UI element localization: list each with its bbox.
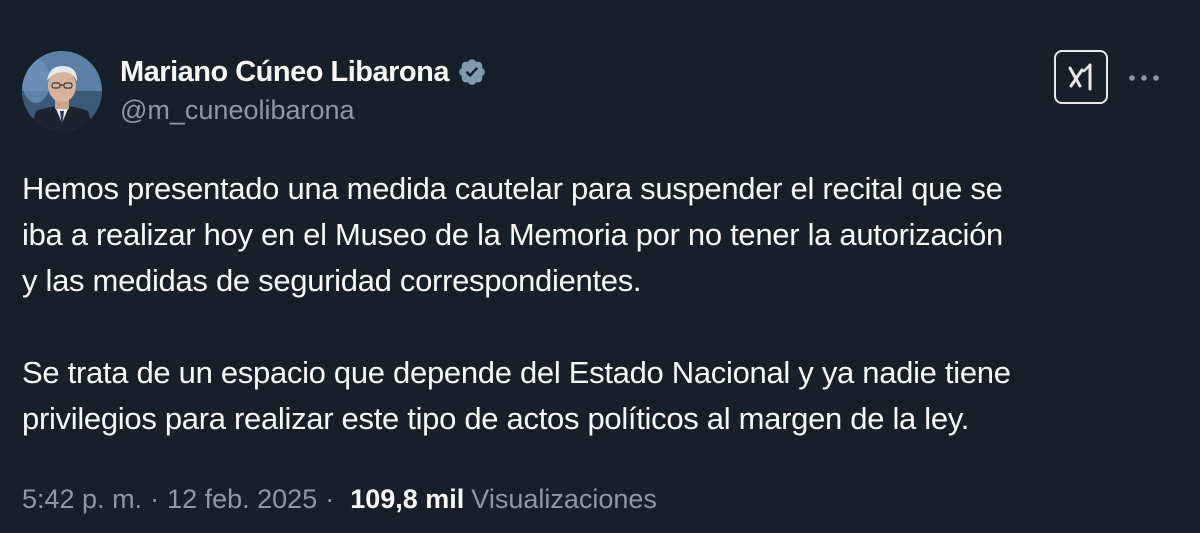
- author-name-row[interactable]: Mariano Cúneo Libarona: [120, 54, 487, 90]
- meta-separator: ·: [150, 484, 160, 514]
- views-count: 109,8 mil: [350, 484, 465, 514]
- meta-separator: ·: [325, 484, 335, 514]
- tweet-paragraph: Hemos presentado una medida cautelar par…: [22, 171, 1003, 298]
- more-options-button[interactable]: [1124, 58, 1164, 98]
- tweet-paragraph: Se trata de un espacio que depende del E…: [22, 355, 1011, 436]
- profile-photo: [22, 51, 102, 131]
- author-handle[interactable]: @m_cuneolibarona: [120, 95, 355, 126]
- tweet-date[interactable]: 12 feb. 2025: [167, 484, 317, 515]
- tweet-time[interactable]: 5:42 p. m.: [22, 484, 142, 515]
- verified-badge-icon: [457, 57, 487, 87]
- views-label: Visualizaciones: [471, 484, 657, 514]
- tweet-card: Mariano Cúneo Libarona @m_cuneolibarona …: [0, 0, 1200, 533]
- grok-icon: [1068, 63, 1092, 91]
- tweet-text: Hemos presentado una medida cautelar par…: [22, 166, 1182, 442]
- tweet-meta: 5:42 p. m. · 12 feb. 2025 · 109,8 mil Vi…: [22, 484, 657, 515]
- avatar[interactable]: [22, 51, 102, 131]
- author-display-name[interactable]: Mariano Cúneo Libarona: [120, 56, 449, 89]
- more-horizontal-icon: [1129, 75, 1159, 81]
- grok-button[interactable]: [1054, 50, 1108, 104]
